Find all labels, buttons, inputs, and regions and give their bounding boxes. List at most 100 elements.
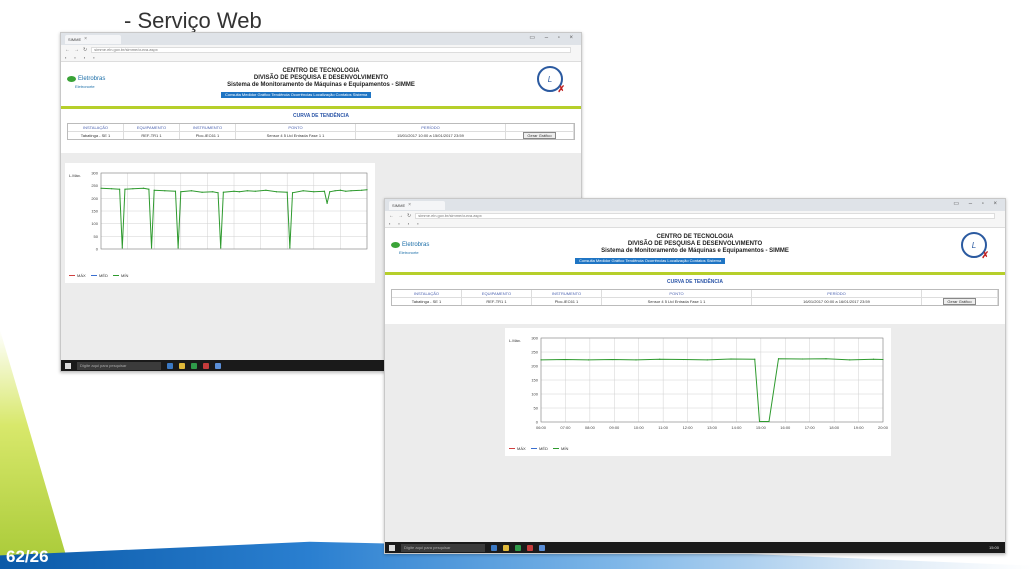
bookmark-item[interactable]: ▪ [74,55,75,60]
y-tick-label: 250 [531,350,538,355]
data-point [801,358,803,360]
taskbar-search-input[interactable]: Digite aqui para pesquisar [77,361,161,370]
task-view-icon[interactable] [491,544,497,551]
forward-icon[interactable]: → [74,47,79,53]
chrome-icon[interactable] [515,544,521,551]
data-point [323,190,326,192]
equipment-select[interactable]: REF-TR1 1 [462,297,532,305]
legend-label: MÍN [561,446,568,451]
installation-select[interactable]: Tabatinga - SE 1 [68,131,124,139]
browser-window-2[interactable]: SIMME × ▭ – ▫ × ← → ↻ simme.eln.gov.br/s… [384,198,1006,554]
data-point [730,358,732,360]
bookmark-item[interactable]: ▪ [417,221,418,226]
x-tick-label: 09:00 [609,425,620,430]
data-point [217,192,219,194]
generate-chart-button[interactable]: Gerar Gráfico [943,298,976,305]
legend-label: MÉD [539,446,548,451]
data-point [212,191,214,193]
data-point [659,358,661,360]
data-point [758,420,761,423]
equipment-select[interactable]: REF-TR1 1 [124,131,180,139]
close-icon[interactable]: × [408,202,411,208]
bookmarks-bar: ▪ ▪ ▪ ▪ [385,220,1005,228]
legend-label: MÉD [99,273,108,278]
section-title: CURVA DE TENDÊNCIA [292,113,350,119]
point-select[interactable]: Sensor 4 5 Ltd Entrada Fase 1 1 [602,297,752,305]
file-explorer-icon[interactable] [179,362,185,369]
parameters-table: INSTALAÇÃO EQUIPAMENTO INSTRUMENTO PONTO… [67,123,575,140]
file-explorer-icon[interactable] [503,544,509,551]
site-header: Eletrobras Eletronorte CENTRO DE TECNOLO… [61,62,581,106]
reload-icon[interactable]: ↻ [83,47,87,53]
site-menu[interactable]: Consulta Medidor Gráfico Tendência Ocorr… [575,258,726,264]
site-menu[interactable]: Consulta Medidor Gráfico Tendência Ocorr… [221,92,372,98]
x-tick-label: 20:00 [878,425,889,430]
bookmark-item[interactable]: ▪ [389,221,390,226]
y-tick-label: 200 [91,196,98,201]
bookmark-item[interactable]: ▪ [93,55,94,60]
y-tick-label: 50 [534,406,539,411]
period-range[interactable]: 15/01/2017 10:00 a 15/01/2017 23:59 [356,131,506,139]
y-axis-label: L.Máx. [69,173,81,178]
bookmark-item[interactable]: ▪ [398,221,399,226]
data-point [220,247,222,249]
trend-chart: L.Máx. 0 50 100 150 200 250 300 MÁX MÉD MÍN [69,171,368,278]
back-icon[interactable]: ← [389,213,394,219]
browser-tab[interactable]: SIMME × [65,34,121,44]
bookmark-item[interactable]: ▪ [408,221,409,226]
data-point [153,189,155,191]
x-tick-label: 19:00 [854,425,865,430]
app-icon[interactable] [203,362,209,369]
instrument-select[interactable]: Ploc-IEC61 1 [180,131,236,139]
divider [385,272,1005,275]
data-point [682,358,685,361]
data-point [238,191,240,193]
data-point [148,188,150,190]
data-point [233,190,235,192]
app-icon[interactable] [215,362,221,369]
x-tick-label: 08:00 [585,425,596,430]
tab-label: SIMME [68,36,82,42]
windows-start-icon[interactable] [65,362,71,369]
legend-label: MÁX [77,273,86,278]
data-point [164,190,166,192]
bookmark-item[interactable]: ▪ [65,55,66,60]
y-tick-label: 50 [94,234,99,239]
data-point [177,247,179,249]
data-point [124,188,126,190]
installation-select[interactable]: Tabatinga - SE 1 [392,297,462,305]
parameters-table: INSTALAÇÃO EQUIPAMENTO INSTRUMENTO PONTO… [391,289,999,306]
data-point [361,189,363,191]
point-select[interactable]: Sensor 4 5 Ltd Entrada Fase 1 1 [236,131,356,139]
url-input[interactable]: simme.eln.gov.br/simme/curva.aspx [415,212,995,219]
url-input[interactable]: simme.eln.gov.br/simme/curva.aspx [91,46,571,53]
reload-icon[interactable]: ↻ [407,213,411,219]
data-point [174,190,177,192]
y-tick-label: 300 [91,171,98,176]
x-tick-label: 07:00 [560,425,571,430]
bookmark-item[interactable]: ▪ [84,55,85,60]
forward-icon[interactable]: → [398,213,403,219]
tab-bar: SIMME × ▭ – ▫ × [61,33,581,45]
y-tick-label: 150 [531,378,538,383]
window-controls[interactable]: ▭ – ▫ × [953,200,1001,207]
back-icon[interactable]: ← [65,47,70,53]
generate-chart-button[interactable]: Gerar Gráfico [523,132,556,139]
task-view-icon[interactable] [167,362,173,369]
instrument-select[interactable]: Ploc-IEC61 1 [532,297,602,305]
seal-mark-icon: ✗ [981,250,989,260]
close-icon[interactable]: × [84,36,87,42]
trend-chart: L.Máx. 0 50 100 150 200 250 300 06:00 07:00 08:00 0… [509,336,889,451]
data-point [768,420,770,423]
taskbar-search-input[interactable]: Digite aqui para pesquisar [401,543,485,552]
chrome-icon[interactable] [191,362,197,369]
data-point [564,358,566,361]
browser-tab[interactable]: SIMME × [389,200,445,210]
app-icon[interactable] [539,544,545,551]
data-point [132,188,134,190]
app-icon[interactable] [527,544,533,551]
period-range[interactable]: 16/01/2017 00:00 a 16/01/2017 23:59 [752,297,922,305]
window-controls[interactable]: ▭ – ▫ × [529,34,577,41]
data-point [190,190,193,192]
windows-start-icon[interactable] [389,544,395,551]
